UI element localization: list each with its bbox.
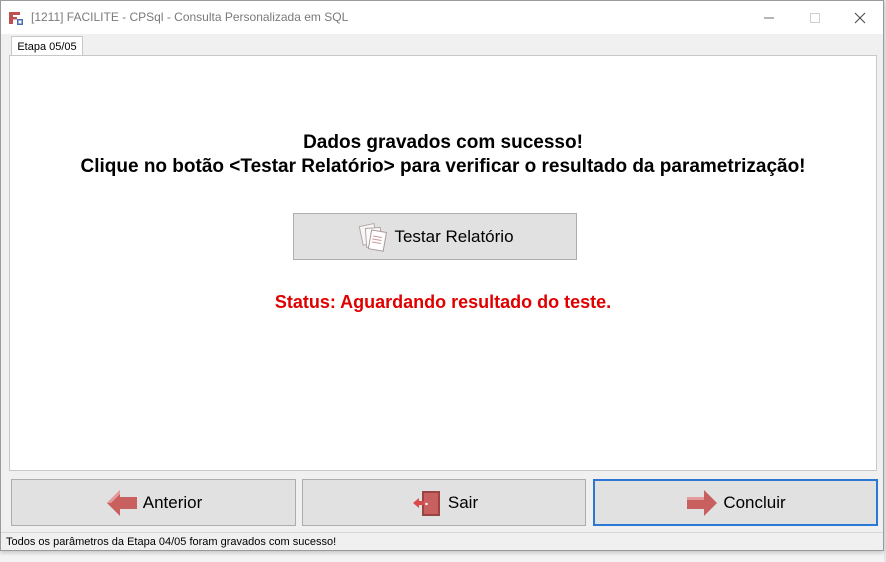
maximize-icon: [810, 12, 820, 23]
finish-button[interactable]: Concluir: [593, 479, 878, 526]
minimize-button[interactable]: [746, 1, 792, 34]
test-report-label: Testar Relatório: [394, 226, 514, 246]
success-message: Dados gravados com sucesso!: [303, 132, 583, 153]
main-panel: Dados gravados com sucesso! Clique no bo…: [9, 55, 877, 471]
close-button[interactable]: [837, 1, 883, 34]
close-icon: [854, 12, 866, 23]
app-window: [1211] FACILITE - CPSql - Consulta Perso…: [0, 0, 884, 551]
minimize-icon: [764, 17, 774, 18]
arrow-left-icon: [105, 488, 139, 518]
status-text: Status: Aguardando resultado do teste.: [274, 292, 612, 312]
finish-label: Concluir: [723, 492, 786, 512]
documents-icon: [356, 220, 390, 254]
instruction-message: Clique no botão <Testar Relatório> para …: [80, 156, 806, 177]
exit-door-icon: [410, 488, 444, 518]
tab-etapa-05[interactable]: Etapa 05/05: [11, 36, 83, 56]
exit-label: Sair: [447, 492, 479, 512]
arrow-right-icon: [685, 488, 719, 518]
app-icon: [8, 10, 24, 26]
previous-label: Anterior: [142, 492, 203, 512]
exit-button[interactable]: Sair: [302, 479, 586, 526]
status-bar: Todos os parâmetros da Etapa 04/05 foram…: [1, 532, 883, 550]
test-report-button[interactable]: Testar Relatório: [293, 213, 577, 260]
window-title: [1211] FACILITE - CPSql - Consulta Perso…: [31, 10, 349, 24]
previous-button[interactable]: Anterior: [11, 479, 296, 526]
title-bar[interactable]: [1211] FACILITE - CPSql - Consulta Perso…: [1, 1, 883, 34]
maximize-button[interactable]: [792, 1, 838, 34]
